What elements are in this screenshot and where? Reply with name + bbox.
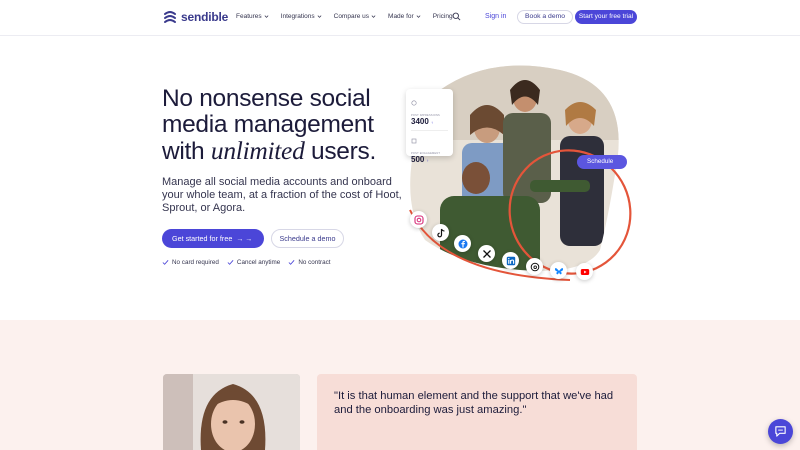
engagement-icon — [411, 138, 417, 144]
facebook-icon — [454, 235, 471, 252]
tiktok-icon — [432, 224, 449, 241]
check-item: No card required — [162, 259, 219, 266]
hero-title-line2: media management — [162, 111, 374, 138]
nav-links: Features Integrations Compare us Made fo… — [236, 13, 453, 20]
nav-features-label: Features — [236, 13, 262, 20]
book-demo-button[interactable]: Book a demo — [517, 10, 574, 24]
nav-made-for[interactable]: Made for — [388, 13, 421, 20]
nav-integrations-label: Integrations — [280, 13, 315, 20]
hero-title-emphasis: unlimited — [210, 136, 305, 165]
nav-made-for-label: Made for — [388, 13, 414, 20]
logo[interactable]: sendible — [163, 10, 228, 24]
get-started-button[interactable]: Get started for free → → — [162, 229, 264, 248]
arrow-right-icon: → → — [236, 236, 253, 243]
checkmark-icon — [288, 260, 295, 265]
check-label: Cancel anytime — [236, 259, 281, 266]
linkedin-icon — [502, 252, 519, 269]
chevron-down-icon — [416, 15, 421, 18]
sendible-logo-icon — [164, 11, 176, 23]
schedule-demo-button[interactable]: Schedule a demo — [271, 229, 344, 248]
nav-integrations[interactable]: Integrations — [281, 13, 322, 20]
checkmark-icon — [227, 260, 234, 265]
divider — [411, 130, 448, 131]
hero-title-with: with — [162, 138, 205, 165]
stat-number: 500 — [411, 155, 425, 164]
get-started-label: Get started for free — [172, 234, 233, 243]
nav-pricing-label: Pricing — [432, 13, 453, 20]
search-icon[interactable] — [452, 12, 461, 21]
impressions-icon — [411, 100, 417, 106]
customer-portrait — [163, 374, 300, 450]
top-nav: sendible Features Integrations Compare u… — [0, 0, 800, 36]
trend-up-icon: ↑ — [431, 120, 434, 125]
logo-text: sendible — [181, 10, 229, 24]
chevron-down-icon — [371, 15, 376, 18]
chevron-down-icon — [317, 15, 322, 18]
chat-icon — [775, 426, 786, 437]
instagram-icon — [410, 211, 427, 228]
analytics-card: POST IMPRESSIONS 3400 ↑ POST ENGAGEMENT … — [406, 89, 453, 164]
sign-in-link[interactable]: Sign in — [485, 13, 506, 20]
chevron-down-icon — [264, 15, 269, 18]
nav-compare[interactable]: Compare us — [334, 13, 376, 20]
testimonial-quote: "It is that human element and the suppor… — [334, 390, 614, 416]
nav-compare-label: Compare us — [333, 13, 370, 20]
bluesky-icon — [550, 262, 567, 279]
stat-number: 3400 — [411, 117, 429, 126]
nav-pricing[interactable]: Pricing — [433, 13, 453, 20]
check-item: No contract — [288, 259, 331, 266]
hero-title-end: users. — [311, 138, 376, 165]
customer-photo — [163, 374, 300, 450]
hero-subtitle: Manage all social media accounts and onb… — [162, 176, 402, 214]
check-item: Cancel anytime — [227, 259, 280, 266]
check-label: No card required — [172, 259, 219, 266]
threads-icon — [526, 258, 543, 275]
x-icon — [478, 245, 495, 262]
checkmark-icon — [162, 260, 169, 265]
trend-up-icon: ↑ — [426, 158, 429, 163]
free-trial-button[interactable]: Start your free trial — [575, 10, 637, 24]
youtube-icon — [576, 263, 593, 280]
chat-button[interactable] — [768, 419, 793, 444]
hero-title: No nonsense social media management with… — [162, 86, 422, 165]
hero-title-line1: No nonsense social — [162, 85, 371, 112]
schedule-pill: Schedule — [577, 155, 627, 169]
stat-value: 500 ↑ — [411, 155, 448, 165]
benefit-checks: No card required Cancel anytime No contr… — [162, 259, 331, 266]
nav-features[interactable]: Features — [236, 13, 269, 20]
check-label: No contract — [298, 259, 331, 266]
stat-value: 3400 ↑ — [411, 117, 448, 127]
